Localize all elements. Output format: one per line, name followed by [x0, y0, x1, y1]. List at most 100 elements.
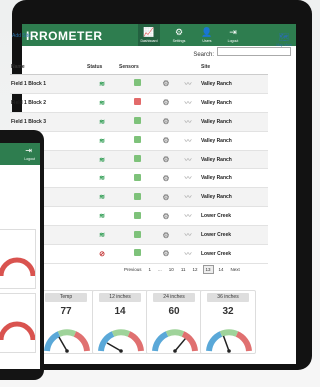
logout-icon: ⇥: [229, 27, 237, 37]
wifi-icon: ≋: [99, 232, 105, 240]
col-status[interactable]: Status: [86, 60, 118, 75]
nav-logout[interactable]: ⇥ Logout: [222, 24, 244, 46]
gear-icon[interactable]: ⚙: [162, 98, 169, 107]
gauge-needle: [58, 336, 68, 352]
trend-icon[interactable]: 〰: [185, 175, 192, 182]
gear-icon[interactable]: ⚙: [162, 117, 169, 126]
page-link[interactable]: 13: [202, 265, 214, 274]
wifi-icon: ≋: [99, 99, 105, 107]
table-row[interactable]: est Plot≋⚙〰Lower Creek: [10, 206, 268, 227]
col-sensors[interactable]: Sensors: [118, 60, 156, 75]
table-row[interactable]: eld 2 Block 3≋⚙〰Valley Ranch: [10, 168, 268, 189]
trend-cell: 〰: [176, 131, 200, 151]
add-site-link[interactable]: Add Site: [12, 33, 31, 39]
trend-icon[interactable]: 〰: [185, 138, 192, 145]
table-row[interactable]: Field 1 Block 3 ≋ ⚙ 〰 Valley Ranch: [10, 112, 268, 132]
gear-icon[interactable]: ⚙: [162, 174, 169, 183]
trend-icon[interactable]: 〰: [185, 232, 192, 239]
phone-screen: ⇥ Logout: [0, 143, 40, 369]
settings-icon: ⚙: [174, 27, 184, 37]
row-name[interactable]: Field 1 Block 3: [10, 112, 86, 132]
gauge-card[interactable]: Temp 77: [38, 290, 94, 354]
map-view-button[interactable]: 🗺 Map View: [276, 32, 292, 47]
gauge-needle: [174, 338, 186, 352]
table-row[interactable]: eld 2 Block 2≋⚙〰Valley Ranch: [10, 150, 268, 170]
status-cell: ≋: [86, 93, 118, 113]
row-site: Valley Ranch: [200, 112, 268, 132]
sensor-cell: [118, 74, 156, 94]
wifi-icon: ≋: [99, 80, 105, 88]
gear-icon[interactable]: ⚙: [162, 193, 169, 202]
page-link[interactable]: 10: [167, 266, 176, 273]
sensor-cell: [118, 225, 156, 246]
nav-users-label: Users: [202, 39, 212, 43]
table-row[interactable]: ast Plot≋⚙〰Lower Creek: [10, 225, 268, 246]
settings-cell: ⚙: [156, 93, 176, 113]
row-name[interactable]: Field 1 Block 2: [10, 93, 86, 113]
nav-dashboard[interactable]: 📈 Dashboard: [138, 24, 160, 46]
trend-cell: 〰: [176, 206, 200, 227]
row-name[interactable]: Field 1 Block 1: [10, 74, 86, 94]
settings-cell: ⚙: [156, 206, 176, 227]
gauge-dial: [44, 329, 90, 353]
nav-settings[interactable]: ⚙ Settings: [168, 24, 190, 46]
search-box: Search:: [193, 47, 291, 58]
gauge-card[interactable]: 24 inches 60: [146, 290, 202, 354]
gear-icon[interactable]: ⚙: [162, 231, 169, 240]
gear-icon[interactable]: ⚙: [162, 79, 169, 88]
logout-icon[interactable]: ⇥: [25, 146, 32, 155]
page-link[interactable]: Next: [229, 266, 242, 273]
settings-cell: ⚙: [156, 131, 176, 151]
page-link[interactable]: 12: [190, 266, 199, 273]
sensor-cell: [118, 168, 156, 189]
trend-icon[interactable]: 〰: [185, 194, 192, 201]
gear-icon[interactable]: ⚙: [162, 136, 169, 145]
status-cell: ⊘: [86, 244, 118, 264]
status-cell: ≋: [86, 112, 118, 132]
page-link[interactable]: 14: [217, 266, 226, 273]
trend-icon[interactable]: 〰: [185, 81, 192, 88]
nav-users[interactable]: 👤 Users: [196, 24, 218, 46]
thumbs-up-icon: [133, 155, 141, 162]
table-row[interactable]: Field 1 Block 1 ≋ ⚙ 〰 Valley Ranch: [10, 74, 268, 94]
gauge-label: 12 inches: [99, 293, 141, 302]
table-row[interactable]: orth Plot⊘⚙〰Lower Creek: [10, 244, 268, 264]
page-link: ...: [158, 267, 162, 272]
trend-icon[interactable]: 〰: [185, 100, 192, 107]
search-input[interactable]: [217, 47, 291, 56]
table-row[interactable]: Field 1 Block 2 ≋ ⚙ 〰 Valley Ranch: [10, 93, 268, 113]
status-cell: ≋: [86, 74, 118, 94]
table-row[interactable]: eld 2 Block 1≋⚙〰Valley Ranch: [10, 131, 268, 151]
phone-gauge: [0, 257, 35, 277]
users-icon: 👤: [201, 27, 213, 37]
col-name[interactable]: Name: [10, 60, 86, 75]
wifi-icon: ≋: [99, 194, 105, 202]
gear-icon[interactable]: ⚙: [162, 249, 169, 258]
gear-icon[interactable]: ⚙: [162, 212, 169, 221]
phone-gauge: [0, 321, 35, 341]
search-label: Search:: [193, 52, 214, 58]
chart-icon: 📈: [143, 27, 155, 37]
gauge-card[interactable]: 36 inches 32: [200, 290, 256, 354]
gear-icon[interactable]: ⚙: [162, 155, 169, 164]
gauge-value: 32: [222, 306, 234, 317]
page-link[interactable]: 1: [147, 266, 154, 273]
trend-icon[interactable]: 〰: [185, 251, 192, 258]
row-site: Valley Ranch: [200, 187, 268, 208]
gauge-needle: [222, 335, 230, 352]
trend-icon[interactable]: 〰: [185, 213, 192, 220]
wifi-icon: ≋: [99, 213, 105, 221]
col-site[interactable]: Site: [200, 60, 268, 75]
trend-icon[interactable]: 〰: [185, 157, 192, 164]
table-row[interactable]: eld 2 Block 4≋⚙〰Valley Ranch: [10, 187, 268, 208]
gauge-card[interactable]: 12 inches 14: [92, 290, 148, 354]
phone-gauge-card: [0, 229, 36, 289]
page-link[interactable]: Previous: [122, 266, 144, 273]
page-link[interactable]: 11: [179, 266, 188, 273]
status-cell: ≋: [86, 206, 118, 227]
status-cell: ≋: [86, 225, 118, 246]
settings-cell: ⚙: [156, 244, 176, 264]
trend-icon[interactable]: 〰: [185, 119, 192, 126]
row-site: Valley Ranch: [200, 131, 268, 151]
sensor-cell: [118, 206, 156, 227]
